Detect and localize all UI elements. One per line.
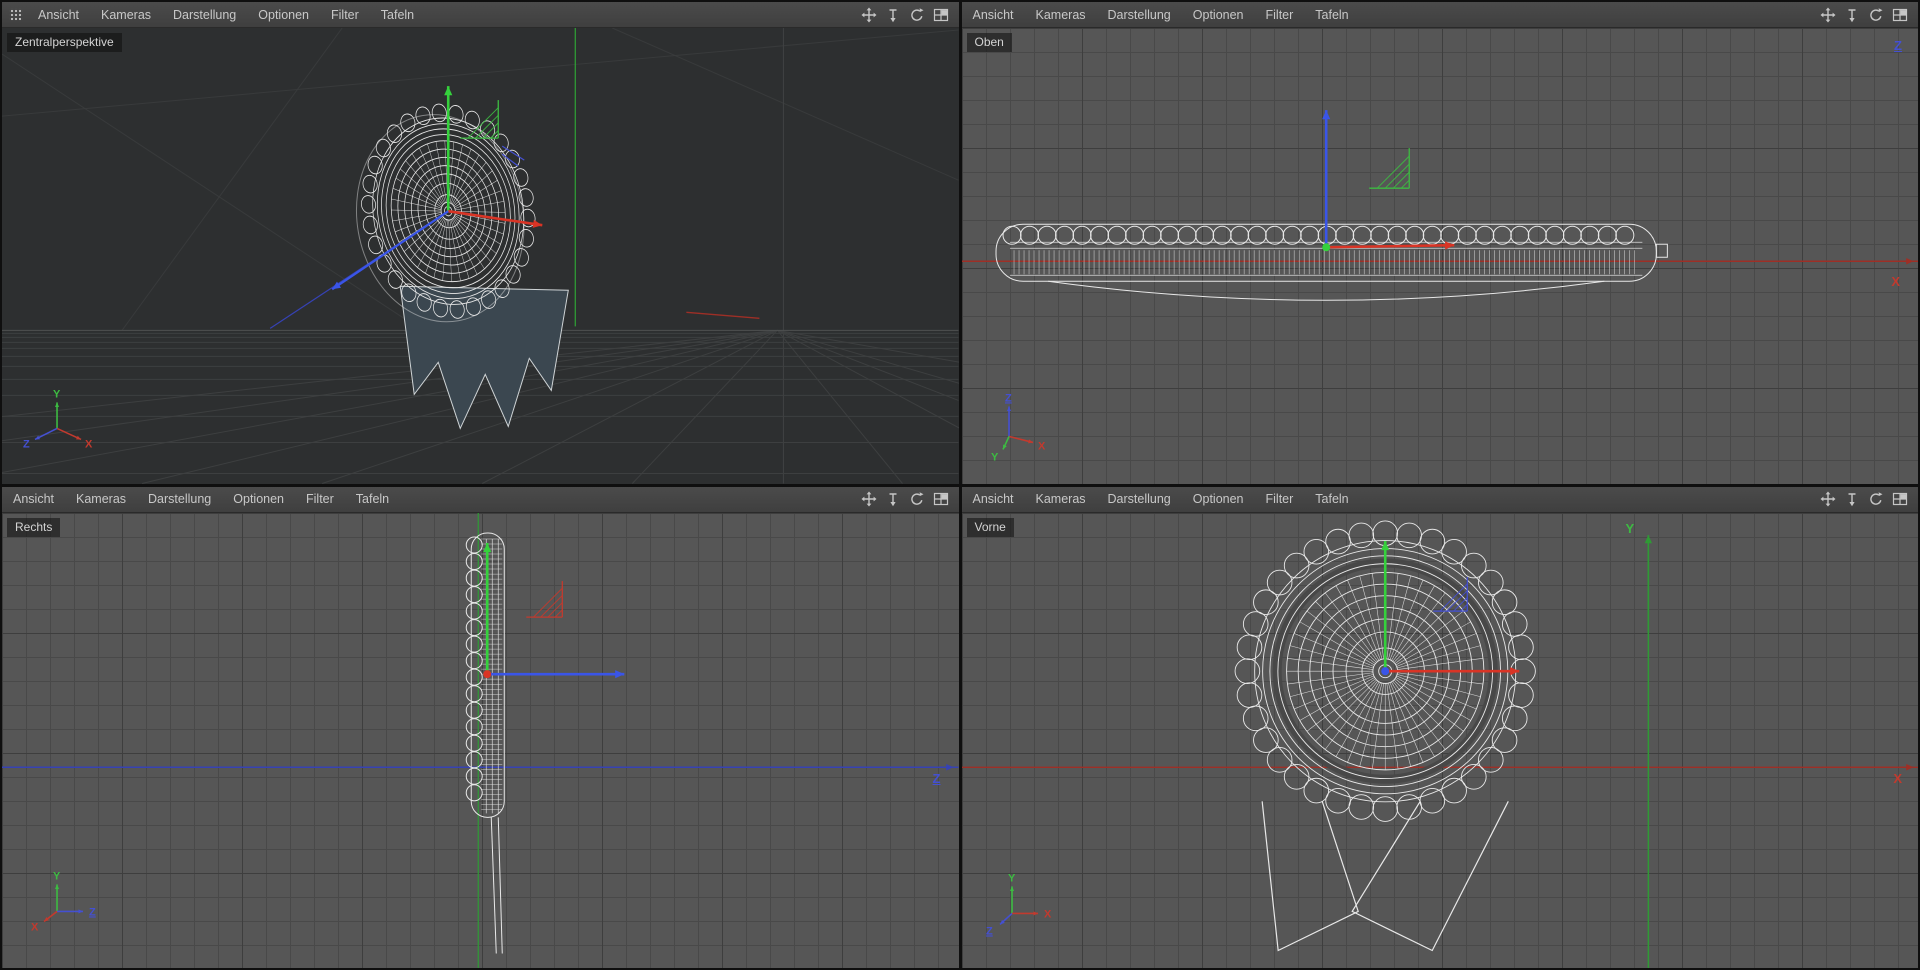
viewport-menubar: Ansicht Kameras Darstellung Optionen Fil… bbox=[2, 2, 959, 28]
rotate-view-icon[interactable] bbox=[909, 491, 925, 507]
menu-filter[interactable]: Filter bbox=[1255, 8, 1305, 22]
menu-kameras[interactable]: Kameras bbox=[1025, 492, 1097, 506]
viewport-menu: Ansicht Kameras Darstellung Optionen Fil… bbox=[962, 492, 1360, 506]
toggle-layout-icon[interactable] bbox=[1892, 7, 1908, 23]
viewport-menu: Ansicht Kameras Darstellung Optionen Fil… bbox=[2, 492, 400, 506]
toggle-layout-icon[interactable] bbox=[933, 7, 949, 23]
menu-darstellung[interactable]: Darstellung bbox=[1097, 8, 1182, 22]
viewport-label: Vorne bbox=[966, 517, 1014, 537]
viewport-canvas-right[interactable]: Y Z X Rechts Z bbox=[2, 512, 959, 968]
svg-text:Y: Y bbox=[53, 870, 61, 882]
viewport-canvas-front[interactable]: Y X Z Vorne X Y bbox=[961, 512, 1918, 968]
svg-text:Z: Z bbox=[986, 925, 993, 937]
axis-label-y: Y bbox=[1625, 520, 1635, 536]
menu-darstellung[interactable]: Darstellung bbox=[162, 8, 247, 22]
move-view-icon[interactable] bbox=[861, 7, 877, 23]
viewport-tools bbox=[861, 491, 959, 507]
scene-right: Y Z X bbox=[2, 512, 959, 968]
viewport-label: Zentralperspektive bbox=[7, 33, 122, 52]
zoom-view-icon[interactable] bbox=[885, 491, 901, 507]
menu-filter[interactable]: Filter bbox=[1255, 492, 1305, 506]
svg-text:Z: Z bbox=[89, 906, 96, 918]
rotate-view-icon[interactable] bbox=[1868, 7, 1884, 23]
viewport-tools bbox=[1820, 491, 1918, 507]
rotate-view-icon[interactable] bbox=[1868, 491, 1884, 507]
toggle-layout-icon[interactable] bbox=[1892, 491, 1908, 507]
menu-optionen[interactable]: Optionen bbox=[1182, 492, 1255, 506]
viewport-top: Ansicht Kameras Darstellung Optionen Fil… bbox=[961, 2, 1918, 484]
menu-filter[interactable]: Filter bbox=[320, 8, 370, 22]
move-view-icon[interactable] bbox=[861, 491, 877, 507]
menu-kameras[interactable]: Kameras bbox=[90, 8, 162, 22]
menu-ansicht[interactable]: Ansicht bbox=[27, 8, 90, 22]
zoom-view-icon[interactable] bbox=[1844, 7, 1860, 23]
viewport-perspective: Ansicht Kameras Darstellung Optionen Fil… bbox=[2, 2, 959, 484]
axis-label-z: Z bbox=[932, 770, 941, 786]
menu-ansicht[interactable]: Ansicht bbox=[962, 492, 1025, 506]
menu-ansicht[interactable]: Ansicht bbox=[2, 492, 65, 506]
viewport-menu: Ansicht Kameras Darstellung Optionen Fil… bbox=[27, 8, 425, 22]
menu-tafeln[interactable]: Tafeln bbox=[345, 492, 400, 506]
menu-kameras[interactable]: Kameras bbox=[65, 492, 137, 506]
menu-tafeln[interactable]: Tafeln bbox=[1304, 8, 1359, 22]
svg-text:Y: Y bbox=[53, 388, 61, 400]
menu-kameras[interactable]: Kameras bbox=[1025, 8, 1097, 22]
menu-optionen[interactable]: Optionen bbox=[1182, 8, 1255, 22]
svg-text:Y: Y bbox=[1008, 872, 1016, 884]
viewport-front: Ansicht Kameras Darstellung Optionen Fil… bbox=[961, 486, 1918, 968]
scene-perspective: Y X Z bbox=[2, 28, 959, 484]
move-view-icon[interactable] bbox=[1820, 491, 1836, 507]
viewport-menubar: Ansicht Kameras Darstellung Optionen Fil… bbox=[2, 486, 959, 513]
viewport-menubar: Ansicht Kameras Darstellung Optionen Fil… bbox=[961, 486, 1918, 513]
viewport-tools bbox=[1820, 7, 1918, 23]
grip-icon[interactable] bbox=[9, 8, 23, 21]
svg-text:X: X bbox=[85, 438, 93, 450]
viewport-menubar: Ansicht Kameras Darstellung Optionen Fil… bbox=[961, 2, 1918, 28]
viewport-right: Ansicht Kameras Darstellung Optionen Fil… bbox=[2, 486, 959, 968]
menu-tafeln[interactable]: Tafeln bbox=[370, 8, 425, 22]
menu-optionen[interactable]: Optionen bbox=[247, 8, 320, 22]
svg-text:X: X bbox=[1044, 908, 1052, 920]
svg-text:Y: Y bbox=[991, 451, 999, 463]
scene-top: Z X Y bbox=[961, 110, 1918, 463]
viewport-canvas-top[interactable]: Z X Y Oben Z X bbox=[961, 28, 1918, 484]
menu-ansicht[interactable]: Ansicht bbox=[962, 8, 1025, 22]
zoom-view-icon[interactable] bbox=[885, 7, 901, 23]
svg-text:X: X bbox=[31, 921, 39, 933]
viewport-label: Rechts bbox=[7, 517, 61, 537]
viewport-tools bbox=[861, 7, 959, 23]
menu-darstellung[interactable]: Darstellung bbox=[1097, 492, 1182, 506]
svg-text:Z: Z bbox=[23, 438, 30, 450]
viewport-menu: Ansicht Kameras Darstellung Optionen Fil… bbox=[962, 8, 1360, 22]
viewport-label: Oben bbox=[966, 33, 1012, 52]
move-view-icon[interactable] bbox=[1820, 7, 1836, 23]
axis-label-x: X bbox=[1891, 274, 1900, 289]
axis-label-x: X bbox=[1893, 770, 1902, 786]
svg-text:X: X bbox=[1038, 440, 1046, 452]
toggle-layout-icon[interactable] bbox=[933, 491, 949, 507]
axis-label-z: Z bbox=[1894, 38, 1902, 53]
scene-front: Y X Z bbox=[961, 519, 1918, 968]
menu-darstellung[interactable]: Darstellung bbox=[137, 492, 222, 506]
quad-view-workspace: Ansicht Kameras Darstellung Optionen Fil… bbox=[0, 0, 1920, 970]
zoom-view-icon[interactable] bbox=[1844, 491, 1860, 507]
svg-text:Z: Z bbox=[1005, 392, 1012, 404]
viewport-canvas-perspective[interactable]: Y X Z Zentralperspektive bbox=[2, 28, 959, 484]
menu-filter[interactable]: Filter bbox=[295, 492, 345, 506]
menu-tafeln[interactable]: Tafeln bbox=[1304, 492, 1359, 506]
rotate-view-icon[interactable] bbox=[909, 7, 925, 23]
menu-optionen[interactable]: Optionen bbox=[222, 492, 295, 506]
